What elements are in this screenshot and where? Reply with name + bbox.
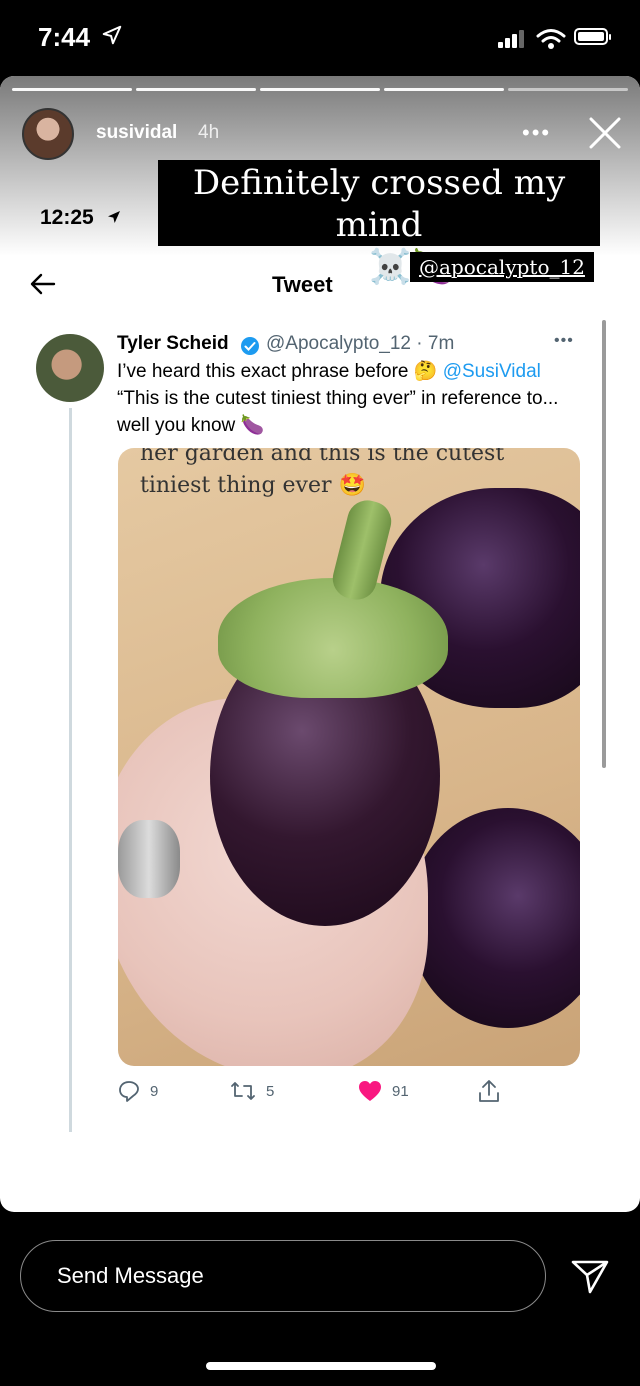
cellular-signal-icon	[498, 30, 526, 48]
reply-count: 9	[150, 1082, 159, 1100]
location-arrow-icon	[108, 211, 120, 223]
tweet-text-part: “This is the cutest tiniest thing ever” …	[117, 388, 559, 436]
story-progress-bar	[12, 88, 628, 91]
progress-segment	[12, 88, 132, 91]
share-icon	[479, 1080, 499, 1102]
eggplant-lower	[408, 808, 580, 1028]
progress-segment	[384, 88, 504, 91]
tweet-photo: her garden and this is the cutest tinies…	[118, 448, 580, 1066]
photo-caption-line: her garden and this is the cutest	[140, 448, 505, 466]
battery-icon	[574, 28, 611, 45]
story-avatar[interactable]	[22, 108, 74, 160]
heart-icon	[359, 1081, 381, 1101]
like-action: 91	[358, 1076, 409, 1106]
tweet-text: I’ve heard this exact phrase before 🤔 @S…	[117, 358, 587, 439]
screenshot-scrollbar	[602, 320, 606, 768]
retweet-action: 5	[230, 1076, 274, 1106]
reply-icon	[119, 1081, 139, 1102]
verified-badge-icon	[241, 337, 259, 355]
tweet-more-icon: •••	[554, 332, 574, 349]
ring	[118, 820, 180, 898]
eggplant-calyx	[218, 578, 448, 698]
tweet-header-title: Tweet	[272, 272, 333, 297]
tweet-actions: 9 5 91	[118, 1076, 518, 1106]
progress-segment	[508, 88, 628, 91]
tweet-author-name: Tyler Scheid	[117, 333, 229, 354]
status-time: 7:44	[38, 22, 91, 52]
status-bar: 7:44	[0, 0, 640, 78]
photo-caption: her garden and this is the cutest tinies…	[140, 448, 504, 502]
mention-sticker[interactable]: @apocalypto_12	[410, 252, 594, 282]
close-icon[interactable]	[588, 116, 622, 150]
retweet-count: 5	[266, 1082, 275, 1100]
caption-line: Definitely crossed my mind	[192, 163, 566, 245]
send-message-input[interactable]: Send Message	[20, 1240, 546, 1312]
wifi-icon	[536, 29, 566, 49]
story-time: 4h	[198, 122, 220, 143]
send-direct-icon[interactable]	[570, 1256, 610, 1296]
thread-line	[69, 408, 72, 1132]
reply-action: 9	[118, 1076, 158, 1106]
home-indicator[interactable]	[206, 1362, 436, 1370]
tweet-author-avatar	[36, 334, 104, 402]
story-username[interactable]: susividal	[96, 122, 177, 144]
tweet-text-part: I’ve heard this exact phrase before 🤔	[117, 361, 443, 382]
tweet-mention-link: @SusiVidal	[442, 361, 541, 382]
story-caption-sticker: Definitely crossed my mind too ☠️🍆	[158, 160, 600, 287]
like-count: 91	[392, 1082, 409, 1100]
share-action	[478, 1076, 500, 1106]
location-arrow-icon	[102, 25, 122, 45]
more-options-icon[interactable]: •••	[522, 120, 551, 146]
tweet-handle-time: @Apocalypto_12 · 7m	[266, 333, 455, 354]
story-card[interactable]: susividal 4h ••• 12:25 Definitely crosse…	[0, 76, 640, 1212]
progress-segment	[136, 88, 256, 91]
back-arrow-icon	[30, 273, 56, 295]
retweet-icon	[231, 1082, 255, 1100]
send-message-placeholder: Send Message	[57, 1263, 204, 1288]
progress-segment	[260, 88, 380, 91]
screenshot-status-time: 12:25	[40, 206, 94, 229]
